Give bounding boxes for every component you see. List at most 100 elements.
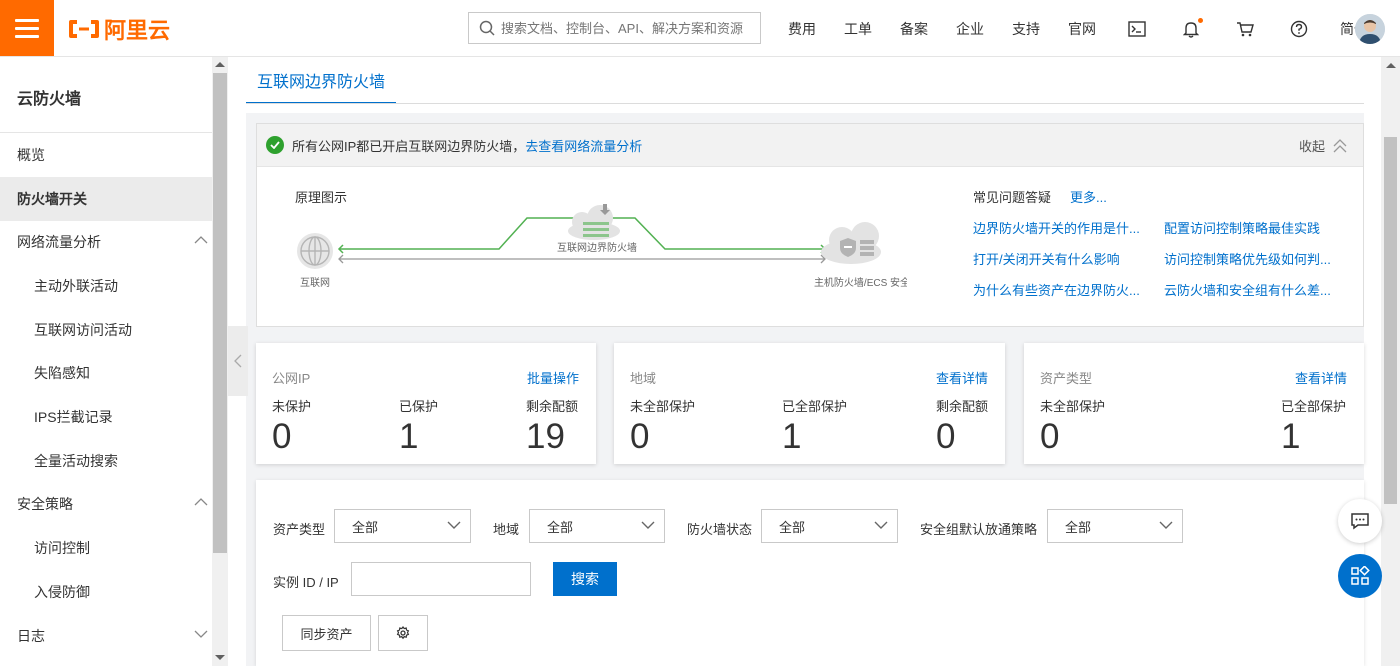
sidebar-item-outbound[interactable]: 主动外联活动	[0, 264, 212, 308]
sidebar-scrollbar[interactable]	[212, 57, 228, 666]
sidebar-item-label: 访问控制	[34, 540, 90, 556]
asset-type-select[interactable]: 全部	[334, 509, 471, 543]
stat-value: 1	[1281, 417, 1301, 456]
chevron-left-icon	[234, 354, 242, 368]
notification-dot	[1198, 18, 1203, 23]
cart-icon[interactable]	[1218, 0, 1272, 57]
apps-button[interactable]	[1338, 554, 1382, 598]
tab-internet-firewall[interactable]: 互联网边界防火墙	[246, 57, 396, 104]
nav-support[interactable]: 支持	[998, 19, 1054, 39]
globe-icon	[297, 233, 333, 269]
menu-icon[interactable]	[0, 0, 54, 56]
sidebar-item-internet-access[interactable]: 互联网访问活动	[0, 308, 212, 352]
stat-label: 已全部保护	[782, 399, 848, 414]
search-button[interactable]: 搜索	[553, 562, 617, 596]
sidebar-collapse-tab[interactable]	[228, 326, 248, 396]
chevron-up-icon	[194, 498, 208, 506]
sidebar-item-firewall-switch[interactable]: 防火墙开关	[0, 177, 212, 221]
chevron-down-icon	[641, 521, 655, 529]
sidebar-item-label: 概览	[17, 147, 45, 163]
sg-policy-select[interactable]: 全部	[1047, 509, 1183, 543]
sidebar: 云防火墙 概览 防火墙开关 网络流量分析 主动外联活动 互联网访问活动 失陷感知…	[0, 57, 212, 666]
tab-divider	[246, 103, 1364, 104]
global-search[interactable]	[468, 12, 761, 44]
check-circle-icon	[266, 136, 284, 154]
sidebar-item-label: 失陷感知	[34, 365, 90, 381]
stat-value: 1	[399, 417, 419, 456]
region-select[interactable]: 全部	[529, 509, 665, 543]
stat-label: 未全部保护	[630, 399, 696, 414]
sidebar-title: 云防火墙	[17, 91, 82, 108]
chevron-down-icon	[1159, 521, 1173, 529]
card-title: 公网IP	[272, 371, 311, 386]
search-input[interactable]	[501, 20, 760, 36]
traffic-analysis-link[interactable]: 去查看网络流量分析	[525, 136, 642, 155]
instance-input[interactable]	[351, 562, 531, 596]
nav-icp[interactable]: 备案	[886, 19, 942, 39]
public-ip-card: 公网IP 批量操作 未保护 0 已保护 1 剩余配额 19	[256, 343, 596, 464]
nav-enterprise[interactable]: 企业	[942, 19, 998, 39]
notice-panel: 所有公网IP都已开启互联网边界防火墙， 去查看网络流量分析 收起 原理图示 互联…	[256, 123, 1364, 327]
chevron-down-icon	[874, 521, 888, 529]
main-scroll-thumb[interactable]	[1384, 137, 1397, 504]
main-scrollbar[interactable]	[1381, 57, 1400, 666]
stat-label: 已保护	[399, 399, 439, 414]
terminal-icon[interactable]	[1110, 0, 1164, 57]
internet-label: 互联网	[300, 277, 330, 289]
aliyun-logo[interactable]: 阿里云	[68, 14, 170, 44]
sidebar-item-label: 日志	[17, 628, 45, 644]
sidebar-item-access-control[interactable]: 访问控制	[0, 526, 212, 570]
batch-operation-link[interactable]: 批量操作	[527, 368, 579, 387]
scroll-up-arrow-icon[interactable]	[1386, 63, 1396, 68]
gear-icon	[396, 626, 410, 640]
scroll-down-arrow-icon[interactable]	[215, 655, 225, 660]
nav-fees[interactable]: 费用	[774, 19, 830, 39]
help-icon[interactable]	[1272, 0, 1326, 57]
nav-tickets[interactable]: 工单	[830, 19, 886, 39]
firewall-cloud-icon	[568, 204, 620, 240]
faq-link[interactable]: 为什么有些资产在边界防火...	[973, 280, 1140, 299]
stat-value: 19	[526, 417, 565, 456]
avatar[interactable]	[1355, 14, 1385, 44]
sidebar-item-compromise[interactable]: 失陷感知	[0, 351, 212, 395]
logo-text: 阿里云	[104, 18, 171, 43]
chat-button[interactable]	[1338, 499, 1382, 543]
faq-link[interactable]: 边界防火墙开关的作用是什...	[973, 218, 1140, 237]
sidebar-item-ips-log[interactable]: IPS拦截记录	[0, 395, 212, 439]
chevron-down-icon	[447, 521, 461, 529]
sidebar-group-traffic-analysis[interactable]: 网络流量分析	[0, 220, 212, 264]
settings-button[interactable]	[378, 615, 428, 651]
region-label: 地域	[493, 522, 520, 537]
stat-value: 0	[272, 417, 292, 456]
faq-link[interactable]: 访问控制策略优先级如何判...	[1164, 249, 1331, 268]
select-value: 全部	[779, 519, 806, 535]
top-nav: 费用 工单 备案 企业 支持 官网 简体	[774, 0, 1382, 57]
notice-header: 所有公网IP都已开启互联网边界防火墙， 去查看网络流量分析 收起	[257, 124, 1363, 167]
nav-website[interactable]: 官网	[1054, 19, 1110, 39]
sidebar-item-label: 入侵防御	[34, 584, 90, 600]
firewall-diagram: 互联网 互联网边界防火墙 主机防火墙/ECS 安全	[297, 204, 907, 289]
faq-link[interactable]: 配置访问控制策略最佳实践	[1164, 218, 1320, 237]
collapse-button[interactable]: 收起	[1299, 136, 1347, 155]
card-title: 地域	[630, 371, 657, 386]
sidebar-item-label: 安全策略	[17, 496, 73, 512]
sidebar-scroll-thumb[interactable]	[213, 73, 227, 553]
firewall-status-select[interactable]: 全部	[761, 509, 898, 543]
sg-policy-label: 安全组默认放通策略	[920, 522, 1038, 537]
scroll-up-arrow-icon[interactable]	[215, 62, 225, 67]
faq-link[interactable]: 打开/关闭开关有什么影响	[973, 249, 1120, 268]
faq-link[interactable]: 云防火墙和安全组有什么差...	[1164, 280, 1331, 299]
bell-icon[interactable]	[1164, 0, 1218, 57]
sidebar-group-logs[interactable]: 日志	[0, 614, 212, 658]
sidebar-item-activity-search[interactable]: 全量活动搜索	[0, 439, 212, 483]
sidebar-item-label: 全量活动搜索	[34, 453, 118, 469]
sync-assets-button[interactable]: 同步资产	[282, 615, 371, 651]
select-value: 全部	[352, 519, 379, 535]
sidebar-group-security-policy[interactable]: 安全策略	[0, 482, 212, 526]
faq-more-link[interactable]: 更多...	[1070, 187, 1107, 206]
sidebar-item-label: 网络流量分析	[17, 234, 101, 250]
sidebar-item-overview[interactable]: 概览	[0, 133, 212, 177]
view-details-link[interactable]: 查看详情	[936, 368, 988, 387]
sidebar-item-intrusion-prevention[interactable]: 入侵防御	[0, 570, 212, 614]
view-details-link[interactable]: 查看详情	[1295, 368, 1347, 387]
